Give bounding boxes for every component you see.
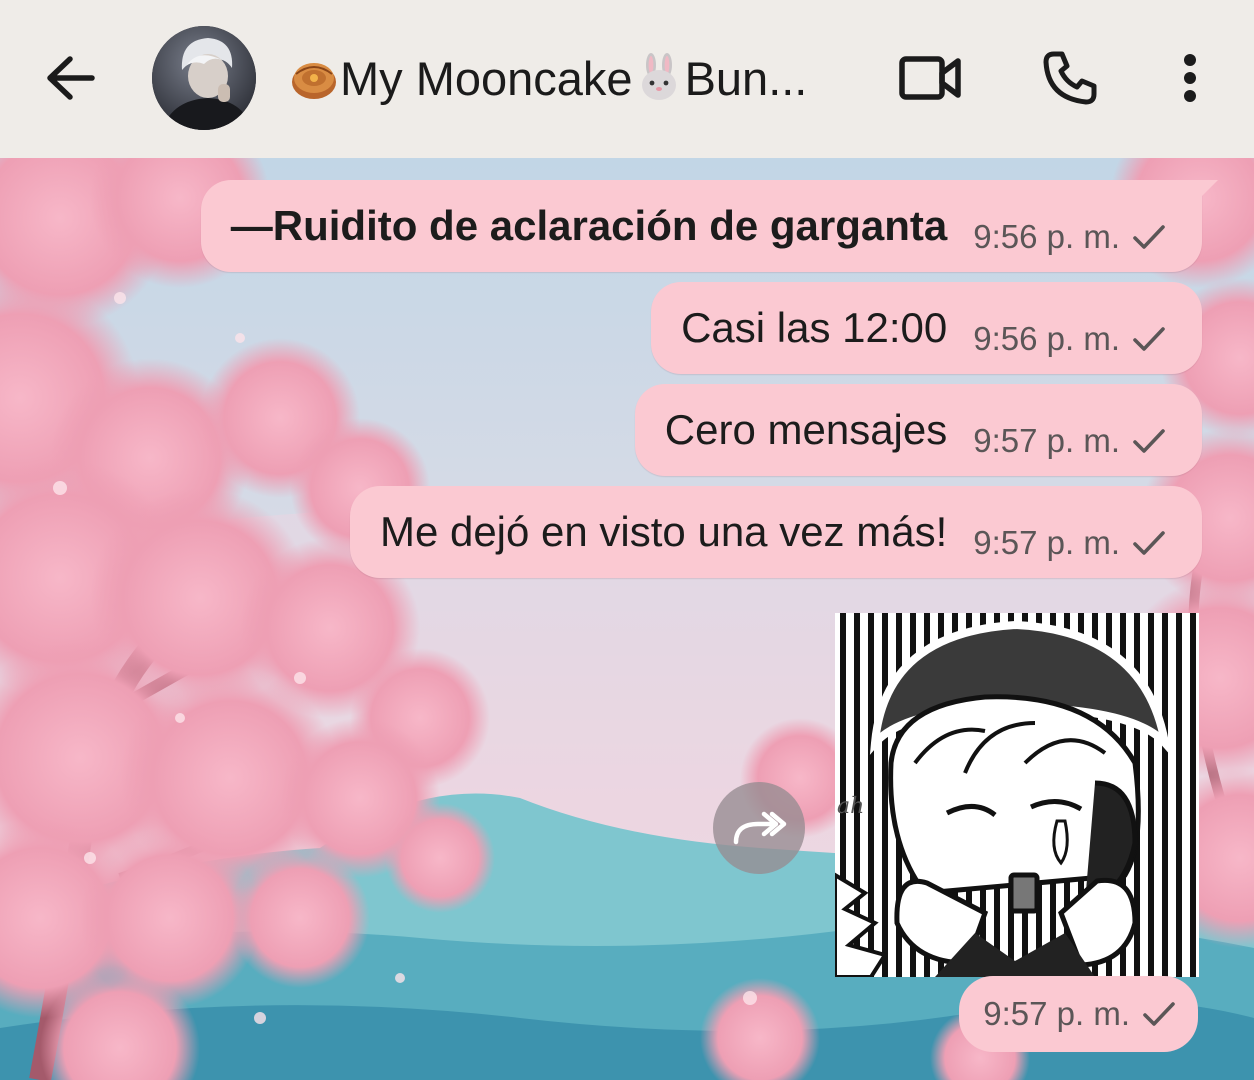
forward-icon xyxy=(733,811,787,845)
message-time: 9:56 p. m. xyxy=(973,218,1120,255)
message-text: Cero mensajes xyxy=(664,406,948,453)
sticker-meta: 9:57 p. m. xyxy=(959,976,1198,1052)
back-button[interactable] xyxy=(38,48,102,108)
message-text: Me dejó en visto una vez más! xyxy=(379,508,948,555)
contact-name-part2: Bun... xyxy=(684,51,808,105)
check-icon xyxy=(1143,1002,1175,1026)
message-text: Casi las 12:00 xyxy=(681,304,948,351)
message-bubble[interactable]: —Ruidito de aclaración de garganta 9:56 … xyxy=(200,180,1218,272)
chat-header: My Mooncake Bun... xyxy=(0,0,1254,158)
message-bubble[interactable]: Casi las 12:00 9:56 p. m. xyxy=(651,282,1202,374)
contact-avatar[interactable] xyxy=(152,26,256,130)
message-time: 9:56 p. m. xyxy=(973,320,1120,357)
message-meta: 9:57 p. m. xyxy=(973,422,1166,460)
sticker-image[interactable]: ah xyxy=(835,613,1199,977)
phone-icon xyxy=(1043,51,1097,105)
bubble-tail xyxy=(1194,180,1218,200)
message-meta: 9:57 p. m. xyxy=(983,995,1176,1033)
video-camera-icon xyxy=(899,56,961,100)
sticker-side-text: ah xyxy=(837,794,864,819)
chat-area[interactable]: —Ruidito de aclaración de garganta 9:56 … xyxy=(0,158,1254,1080)
message-text: —Ruidito de aclaración de garganta xyxy=(230,202,948,249)
more-vertical-icon xyxy=(1184,54,1196,102)
message-meta: 9:57 p. m. xyxy=(973,524,1166,562)
message-bubble[interactable]: Me dejó en visto una vez más! 9:57 p. m. xyxy=(349,486,1202,578)
contact-name[interactable]: My Mooncake Bun... xyxy=(288,48,858,108)
video-call-button[interactable] xyxy=(894,44,966,112)
message-time: 9:57 p. m. xyxy=(973,422,1120,459)
check-icon xyxy=(1133,429,1165,453)
message-bubble[interactable]: Cero mensajes 9:57 p. m. xyxy=(634,384,1202,476)
arrow-left-icon xyxy=(47,56,95,100)
check-icon xyxy=(1133,531,1165,555)
check-icon xyxy=(1133,225,1165,249)
message-meta: 9:56 p. m. xyxy=(973,320,1166,358)
contact-name-part1: My Mooncake xyxy=(340,51,633,105)
message-time: 9:57 p. m. xyxy=(973,524,1120,561)
mooncake-emoji xyxy=(292,63,336,99)
message-time: 9:57 p. m. xyxy=(983,995,1130,1032)
voice-call-button[interactable] xyxy=(1034,44,1106,112)
check-icon xyxy=(1133,327,1165,351)
more-options-button[interactable] xyxy=(1166,44,1214,112)
message-meta: 9:56 p. m. xyxy=(973,218,1166,256)
rabbit-emoji xyxy=(641,53,676,100)
forward-button[interactable] xyxy=(713,782,805,874)
